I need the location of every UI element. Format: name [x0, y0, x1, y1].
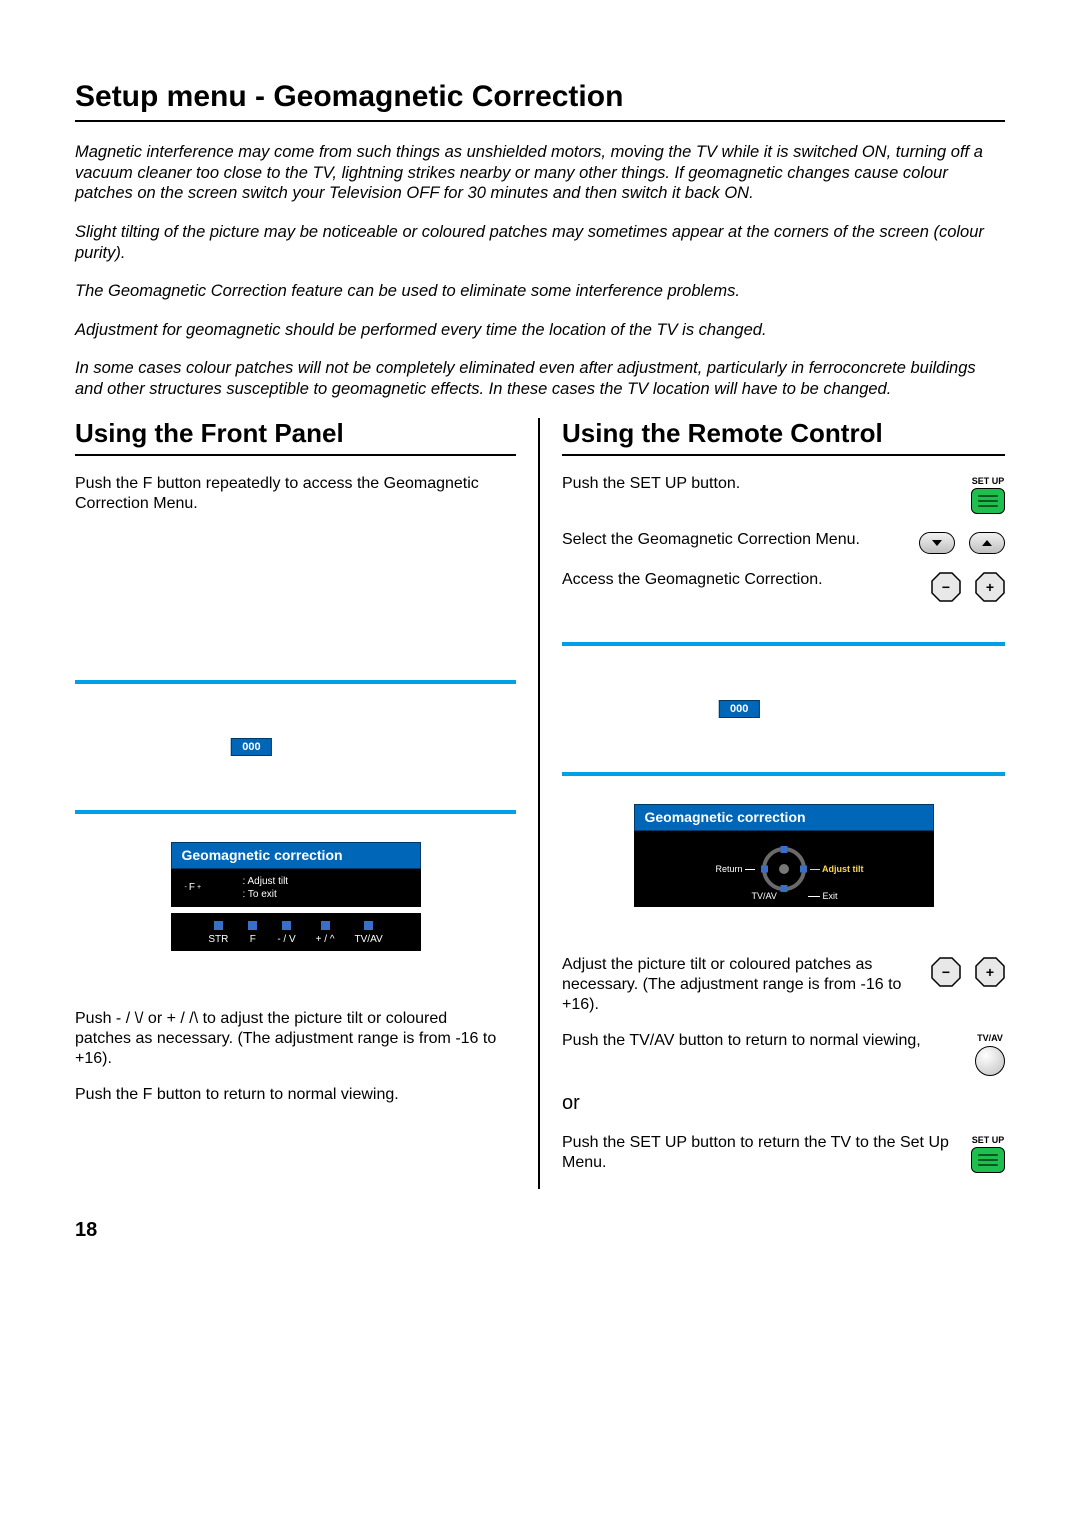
dial-ring-icon: Return Adjust tilt TV/AV Exit [762, 847, 806, 891]
fp-step-1: Push the F button repeatedly to access t… [75, 474, 516, 514]
fp-osd-line-2: : To exit [243, 888, 289, 901]
front-panel-column: Using the Front Panel Push the F button … [75, 418, 540, 1189]
fp-osd-title: Geomagnetic correction [171, 842, 421, 869]
intro-block: Magnetic interference may come from such… [75, 142, 1005, 400]
setup-button-icon-2: SET UP [971, 1135, 1005, 1173]
fp-osd-key-f: F [189, 881, 195, 894]
fp-step-1-text: Push the F button repeatedly to access t… [75, 474, 516, 514]
intro-p2: Slight tilting of the picture may be not… [75, 222, 1005, 263]
setup-button-body-icon [971, 488, 1005, 514]
fp-osd-body: - F + : Adjust tilt : To exit [171, 869, 421, 907]
intro-p4: Adjustment for geomagnetic should be per… [75, 320, 1005, 341]
down-pill-button-icon [919, 532, 955, 554]
fp-osd-box: Geomagnetic correction - F + : Adjust ti… [171, 842, 421, 907]
rc-step-3: Access the Geomagnetic Correction. − + [562, 570, 1005, 602]
rc-osd-box: Geomagnetic correction Return Adjust til… [634, 804, 934, 907]
plus-icon: + [986, 964, 994, 980]
fp-btn-f: F [248, 921, 257, 945]
rc-step-4: Adjust the picture tilt or coloured patc… [562, 955, 1005, 1015]
rc-step-4-text: Adjust the picture tilt or coloured patc… [562, 955, 931, 1015]
rc-tv-diagram: 000 Geomagnetic correction Return Adjust… [562, 642, 1005, 907]
rc-step-5-text: Push the TV/AV button to return to norma… [562, 1031, 975, 1051]
up-pill-button-icon [969, 532, 1005, 554]
rc-value-box: 000 [719, 700, 759, 718]
remote-column: Using the Remote Control Push the SET UP… [540, 418, 1005, 1189]
dial-up-icon [780, 846, 787, 853]
fp-step-3: Push the F button to return to normal vi… [75, 1085, 516, 1105]
fp-button-strip: STR F - / V + / ^ TV/AV [171, 913, 421, 951]
rc-step-6: Push the SET UP button to return the TV … [562, 1133, 1005, 1173]
minus-icon: − [942, 579, 950, 595]
rc-step-6-text: Push the SET UP button to return the TV … [562, 1133, 971, 1173]
or-text: or [562, 1092, 1005, 1115]
tvav-button-icon: TV/AV [975, 1033, 1005, 1076]
fp-step-3-text: Push the F button to return to normal vi… [75, 1085, 516, 1105]
plus-icon: + [986, 579, 994, 595]
dial-left-icon [761, 865, 768, 872]
dial-return-label: Return [716, 864, 743, 874]
minus-icon: − [942, 964, 950, 980]
tvav-button-body-icon [975, 1046, 1005, 1076]
dial-tvav-label: TV/AV [752, 891, 777, 901]
page-title: Setup menu - Geomagnetic Correction [75, 80, 1005, 122]
rc-step-2: Select the Geomagnetic Correction Menu. [562, 530, 1005, 554]
remote-heading: Using the Remote Control [562, 418, 1005, 456]
page-number: 18 [75, 1219, 1005, 1242]
rc-step-5: Push the TV/AV button to return to norma… [562, 1031, 1005, 1076]
tvav-label: TV/AV [975, 1033, 1005, 1043]
fp-osd-line-1: : Adjust tilt [243, 875, 289, 888]
front-panel-heading: Using the Front Panel [75, 418, 516, 456]
fp-osd-minus: - [185, 883, 187, 892]
chevron-up-icon [982, 540, 992, 546]
intro-p5: In some cases colour patches will not be… [75, 358, 1005, 399]
rc-step-2-text: Select the Geomagnetic Correction Menu. [562, 530, 919, 550]
plus-octagon-button-icon-2: + [975, 957, 1005, 987]
fp-step-2: Push - / \/ or + / /\ to adjust the pict… [75, 1009, 516, 1069]
fp-btn-plus-caret: + / ^ [316, 921, 335, 945]
fp-osd-plus: + [197, 883, 201, 892]
rc-osd-title: Geomagnetic correction [634, 804, 934, 831]
rc-step-1: Push the SET UP button. SET UP [562, 474, 1005, 514]
fp-tv-screen: 000 [75, 680, 516, 814]
intro-p3: The Geomagnetic Correction feature can b… [75, 281, 1005, 302]
minus-octagon-button-icon: − [931, 572, 961, 602]
fp-tv-diagram: 000 Geomagnetic correction - F + : Adjus… [75, 680, 516, 951]
setup-label: SET UP [971, 476, 1005, 486]
rc-tv-screen: 000 [562, 642, 1005, 776]
rc-dial-box: Return Adjust tilt TV/AV Exit [634, 831, 934, 907]
fp-value-box: 000 [231, 738, 271, 756]
dial-down-icon [780, 885, 787, 892]
dial-center-icon [779, 864, 789, 874]
fp-btn-tvav: TV/AV [355, 921, 383, 945]
dial-adjust-label: Adjust tilt [822, 864, 864, 874]
intro-p1: Magnetic interference may come from such… [75, 142, 1005, 204]
plus-octagon-button-icon: + [975, 572, 1005, 602]
setup-button-icon: SET UP [971, 476, 1005, 514]
fp-btn-str: STR [208, 921, 228, 945]
dial-right-icon [800, 865, 807, 872]
fp-btn-minus-v: - / V [277, 921, 295, 945]
chevron-down-icon [932, 540, 942, 546]
rc-step-1-text: Push the SET UP button. [562, 474, 971, 494]
dial-exit-label: Exit [822, 891, 837, 901]
setup-button-body-icon-2 [971, 1147, 1005, 1173]
fp-step-2-text: Push - / \/ or + / /\ to adjust the pict… [75, 1009, 516, 1069]
rc-step-3-text: Access the Geomagnetic Correction. [562, 570, 931, 590]
setup-label-2: SET UP [971, 1135, 1005, 1145]
minus-octagon-button-icon-2: − [931, 957, 961, 987]
